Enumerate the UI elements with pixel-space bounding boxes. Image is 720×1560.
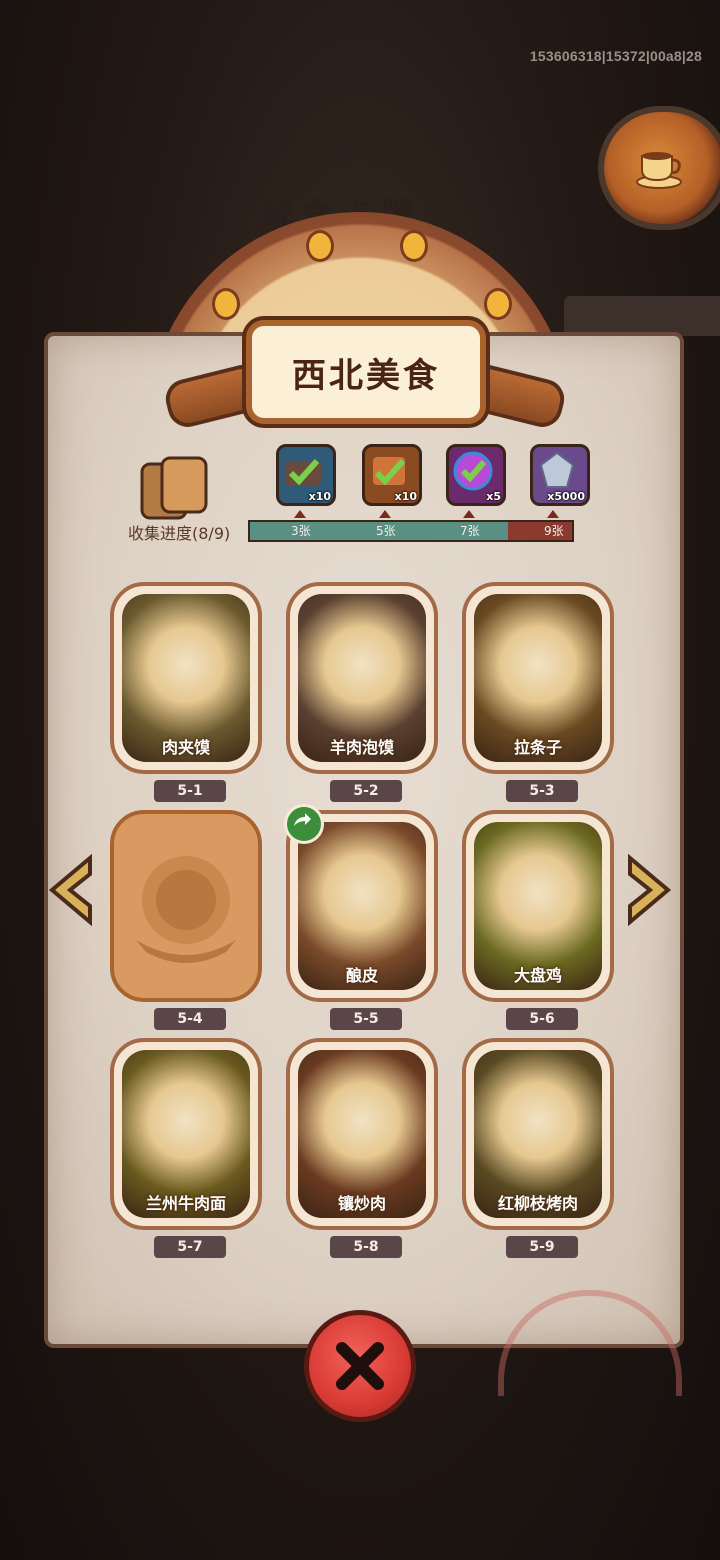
debug-id-text: 153606318|15372|00a8|28 (529, 48, 702, 64)
dish-index: 5-5 (330, 1008, 402, 1030)
progress-marker (547, 510, 559, 518)
stud-icon (400, 230, 428, 262)
reward-chest-2[interactable]: x10 (362, 444, 422, 506)
threshold-label: 7张 (460, 524, 480, 538)
dish-name: 拉条子 (513, 738, 562, 757)
progress-label: 收集进度(8/9) (128, 524, 231, 543)
dish-index: 5-6 (506, 1008, 578, 1030)
dish-card-5-2[interactable]: 羊肉泡馍 5-2 (286, 582, 438, 802)
progress-marker (379, 510, 391, 518)
reward-orb[interactable]: x5 (446, 444, 506, 506)
dish-index: 5-8 (330, 1236, 402, 1258)
threshold-label: 9张 (544, 524, 564, 538)
coffee-button[interactable] (604, 112, 720, 224)
stud-icon (484, 288, 512, 320)
locked-dish-silhouette-icon (136, 856, 236, 963)
close-button[interactable] (304, 1310, 416, 1422)
dish-index: 5-7 (154, 1236, 226, 1258)
dish-name: 兰州牛肉面 (145, 1194, 226, 1213)
stud-icon (212, 288, 240, 320)
chevron-left-icon[interactable] (46, 854, 94, 926)
reward-chest-1[interactable]: x10 (276, 444, 336, 506)
threshold-label: 3张 (291, 524, 311, 538)
dish-name: 镶炒肉 (337, 1194, 386, 1213)
dish-name: 红柳枝烤肉 (497, 1194, 578, 1213)
chevron-right-icon[interactable] (626, 854, 674, 926)
dish-index: 5-3 (506, 780, 578, 802)
side-tab[interactable] (564, 296, 720, 336)
dish-card-5-4-locked[interactable]: 5-4 (110, 810, 262, 1030)
dish-card-5-7[interactable]: 兰州牛肉面 5-7 (110, 1038, 262, 1258)
dish-index: 5-1 (154, 780, 226, 802)
progress-marker (294, 510, 306, 518)
threshold-label: 5张 (376, 524, 396, 538)
dish-card-5-9[interactable]: 红柳枝烤肉 5-9 (462, 1038, 614, 1258)
title-banner: 西北美食 (246, 320, 486, 424)
dish-index: 5-9 (506, 1236, 578, 1258)
share-icon[interactable] (284, 804, 324, 844)
dish-card-5-6[interactable]: 大盘鸡 5-6 (462, 810, 614, 1030)
collection-progress: 收集进度(8/9) x10 x10 x5 x5000 3张 5张 7张 9张 (120, 440, 600, 550)
reward-crystal[interactable]: x5000 (530, 444, 590, 506)
card-stack-icon (140, 456, 208, 520)
coffee-cup-icon (636, 152, 682, 189)
dish-name: 大盘鸡 (513, 966, 562, 985)
close-icon (336, 1342, 384, 1390)
dish-card-5-1[interactable]: 肉夹馍 5-1 (110, 582, 262, 802)
dish-name: 羊肉泡馍 (329, 738, 394, 757)
progress-marker (463, 510, 475, 518)
dish-card-5-3[interactable]: 拉条子 5-3 (462, 582, 614, 802)
dish-card-5-8[interactable]: 镶炒肉 5-8 (286, 1038, 438, 1258)
dish-name: 酿皮 (345, 966, 378, 985)
dish-index: 5-2 (330, 780, 402, 802)
page-title: 西北美食 (292, 355, 440, 396)
share-arrow-icon (294, 813, 311, 826)
dish-index: 5-4 (154, 1008, 226, 1030)
stud-icon (306, 230, 334, 262)
dish-name: 肉夹馍 (161, 738, 210, 757)
